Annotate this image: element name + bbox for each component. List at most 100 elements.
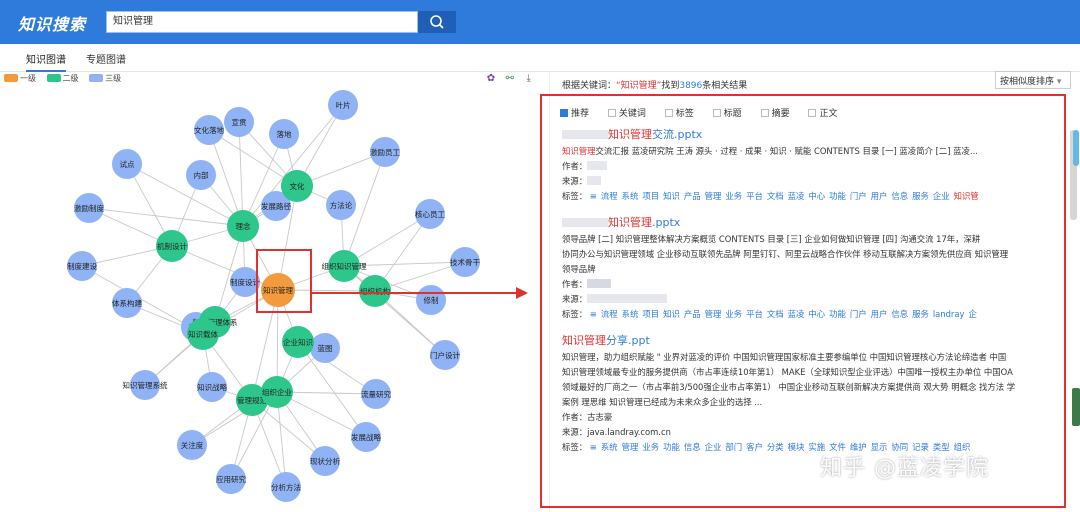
result-tag[interactable]: 平台: [746, 191, 763, 201]
result-tag[interactable]: 服务: [912, 309, 929, 319]
result-tags: 标签： ≡ 流程 系统 项目 知识 产品 管理 业务 平台 文档 蓝凌 中心 功能 门户 用户 信息 服务 企业知…: [562, 191, 979, 201]
graph-node-level3-label: 门户设计: [430, 350, 460, 360]
result-source: 来源：java.landray.com.cn: [562, 427, 671, 437]
result-snippet-line: 协同办公与知识管理领域 企业移动互联领先品牌 阿里钉钉、阿里云战略合作伙伴 移动…: [562, 249, 1009, 259]
knowledge-graph[interactable]: 叶片宣贯文化落地 落地激励员工试点内部发展路径 方法论核心员工 激励制度制度设计 技术骨…: [0, 84, 546, 512]
result-tag[interactable]: 系统: [601, 442, 618, 452]
graph-node-level2-label: 组织知识管理: [322, 261, 367, 271]
result-tag[interactable]: 中心: [808, 191, 825, 201]
result-snippet: 知识管理交流汇报 蓝凌研究院 王涛 源头 · 过程 · 成果 · 知识 · 赋能…: [562, 146, 978, 156]
result-tag[interactable]: 用户: [871, 191, 888, 201]
filter-title[interactable]: 标题: [712, 106, 742, 119]
result-tag[interactable]: 企业: [933, 191, 950, 201]
filter-row: 推荐 关键词 标签 标题 摘要 正文: [560, 106, 853, 119]
result-tag[interactable]: 企业: [705, 442, 722, 452]
result-tag[interactable]: 产品: [684, 191, 701, 201]
search-input[interactable]: 知识管理: [106, 11, 418, 33]
result-tag[interactable]: 管理: [705, 191, 722, 201]
result-tag[interactable]: 产品: [684, 309, 701, 319]
result-snippet-line: 案例 理思维 知识管理已经成为未来众多企业的选择 ...: [562, 397, 763, 407]
graph-node-level2-label: 文化: [290, 181, 305, 191]
result-snippet-line: 领导品牌 [二] 知识管理整体解决方案概览 CONTENTS 目录 [三] 企业…: [562, 234, 981, 244]
graph-node-level3-label: 发展战略: [351, 432, 381, 442]
result-tag[interactable]: 部门: [725, 442, 742, 452]
result-tag[interactable]: 信息: [891, 191, 908, 201]
result-tag[interactable]: 门户: [850, 191, 867, 201]
result-tag[interactable]: 知识: [663, 309, 680, 319]
result-tag[interactable]: 蓝凌: [788, 191, 805, 201]
result-tag[interactable]: 功能: [663, 442, 680, 452]
result-tag[interactable]: 功能: [829, 309, 846, 319]
result-tag[interactable]: 模块: [788, 442, 805, 452]
filter-body[interactable]: 正文: [808, 106, 837, 119]
result-title[interactable]: 知识管理.pptx: [562, 214, 1048, 232]
result-tag[interactable]: 知识: [663, 191, 680, 201]
arrow-head-icon: [516, 287, 528, 299]
result-tag[interactable]: 服务: [912, 191, 929, 201]
tab-knowledge-graph[interactable]: 知识图谱: [26, 51, 66, 72]
graph-node-level3-label: 技术骨干: [450, 257, 480, 267]
result-tag[interactable]: 管理: [705, 309, 722, 319]
result-tag[interactable]: 企: [968, 309, 976, 319]
result-snippet-line: 领域最好的厂商之一（市占率前3/500强企业市占率第1） 中国企业移动互联创新解…: [562, 382, 1016, 392]
result-tag[interactable]: landray: [933, 309, 965, 319]
search-button[interactable]: [418, 11, 456, 33]
filter-abstract[interactable]: 摘要: [760, 106, 790, 119]
result-tag[interactable]: 系统: [622, 191, 639, 201]
result-tag[interactable]: 蓝凌: [788, 309, 805, 319]
legend-item-level3[interactable]: 三级: [89, 73, 121, 84]
result-tag[interactable]: 业务: [725, 309, 742, 319]
result-tag[interactable]: 业务: [642, 442, 659, 452]
result-tag[interactable]: 业务: [725, 191, 742, 201]
graph-node-level3-label: 流量研究: [361, 389, 391, 399]
graph-node-level2-label: 理念: [236, 221, 251, 231]
result-tags: 标签： ≡ 流程 系统 项目 知识 产品 管理 业务 平台 文档 蓝凌 中心 功能 门户 用户 信息 服务 lan…: [562, 309, 977, 319]
result-tag[interactable]: 项目: [642, 309, 659, 319]
graph-node-level3-label: 制度建设: [67, 261, 97, 271]
graph-node-level2-label: 组织企业: [262, 387, 292, 397]
graph-legend: 一级 二级 三级: [4, 73, 129, 83]
filter-recommend[interactable]: 推荐: [560, 106, 589, 119]
result-item: 知识管理分享.ppt 知识管理，助力组织赋能 " 业界对蓝凌的评价 中国知识管理…: [562, 332, 1048, 455]
result-tag[interactable]: 信息: [684, 442, 701, 452]
result-tag[interactable]: 用户: [871, 309, 888, 319]
result-title[interactable]: 知识管理交流.pptx: [562, 126, 1048, 144]
result-title[interactable]: 知识管理分享.ppt: [562, 332, 1048, 350]
graph-node-level3-label: 发展路径: [261, 201, 291, 211]
result-author: 作者：: [562, 277, 1048, 292]
filter-tag[interactable]: 标签: [664, 106, 694, 119]
result-tag[interactable]: 系统: [622, 309, 639, 319]
result-tag[interactable]: 客户: [746, 442, 763, 452]
filter-keyword[interactable]: 关键词: [607, 106, 646, 119]
tag-list-icon: ≡: [589, 191, 597, 201]
result-tag[interactable]: 功能: [829, 191, 846, 201]
result-snippet-line: 领导品牌: [562, 264, 596, 274]
side-float-widget[interactable]: [1072, 388, 1080, 426]
result-summary: 根据关键词：“知识管理”找到3896条相关结果: [562, 81, 748, 91]
chevron-down-icon: ▾: [1056, 77, 1062, 87]
result-author: 作者：古志豪: [562, 412, 613, 422]
result-tag[interactable]: 流程: [601, 191, 618, 201]
result-tag[interactable]: 信息: [891, 309, 908, 319]
legend-item-level1[interactable]: 一级: [4, 73, 36, 84]
graph-node-level3-label: 体系构建: [112, 298, 142, 308]
tab-topic-graph[interactable]: 专题图谱: [86, 51, 126, 66]
result-tag[interactable]: 文档: [767, 309, 784, 319]
result-tag[interactable]: 管理: [622, 442, 639, 452]
result-tag[interactable]: 分类: [767, 442, 784, 452]
result-tag[interactable]: 流程: [601, 309, 618, 319]
legend-item-level2[interactable]: 二级: [46, 73, 79, 84]
result-tag[interactable]: 中心: [808, 309, 825, 319]
graph-node-level3-label: 方法论: [330, 200, 353, 210]
tag-list-icon: ≡: [589, 442, 597, 452]
sort-dropdown[interactable]: 按相似度排序 ▾: [995, 71, 1071, 89]
graph-node-level3-label: 修制: [424, 295, 439, 305]
scroll-thumb[interactable]: [1073, 130, 1079, 166]
result-tag[interactable]: 平台: [746, 309, 763, 319]
result-tag[interactable]: 项目: [642, 191, 659, 201]
result-tag[interactable]: 文档: [767, 191, 784, 201]
graph-node-level2-label: 组织机构: [360, 286, 390, 296]
result-author: 作者：: [562, 159, 1048, 174]
result-tag[interactable]: 门户: [850, 309, 867, 319]
result-item: 知识管理.pptx 领导品牌 [二] 知识管理整体解决方案概览 CONTENTS…: [562, 214, 1048, 322]
